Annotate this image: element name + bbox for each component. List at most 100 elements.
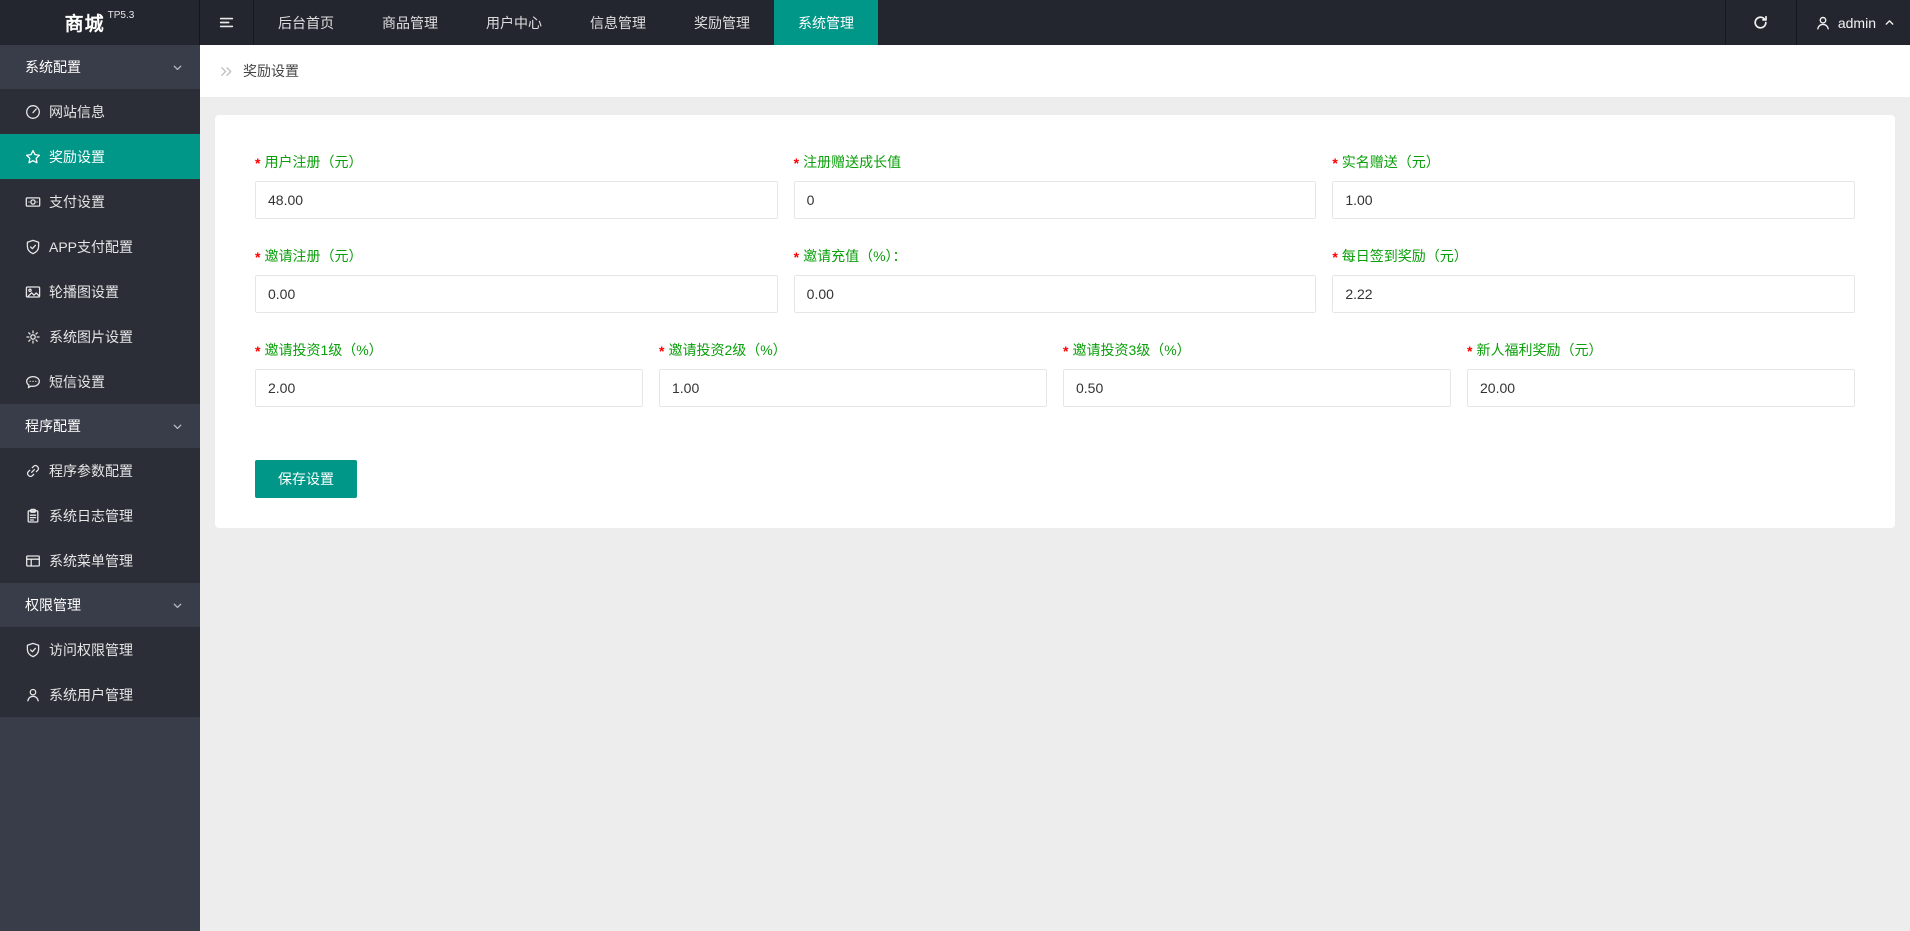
sidebar-group-permission-mgmt: 访问权限管理 系统用户管理 <box>0 627 200 717</box>
user-menu[interactable]: admin <box>1797 0 1910 45</box>
invite-recharge-input[interactable] <box>793 275 1317 313</box>
form-field: * 邀请注册（元） <box>255 246 778 313</box>
nav-item-label: 商品管理 <box>382 14 438 31</box>
sidebar-item-label: 短信设置 <box>49 373 105 390</box>
shield-check-icon <box>25 642 41 658</box>
sidebar-item-reward-settings[interactable]: 奖励设置 <box>0 134 200 179</box>
save-settings-button[interactable]: 保存设置 <box>255 460 357 498</box>
field-label: * 每日签到奖励（元） <box>1332 248 1468 265</box>
form-field: * 新人福利奖励（元） <box>1467 340 1855 407</box>
app-version: TP5.3 <box>107 10 135 21</box>
sidebar-group-program-config: 程序参数配置 系统日志管理 系统菜单管理 <box>0 448 200 583</box>
image-icon <box>25 284 41 300</box>
form-field: * 邀请投资1级（%） <box>255 340 643 407</box>
sidebar-group-system-config: 网站信息 奖励设置 支付设置 APP支付配置 轮播图设置 系统图片设置 短信设置 <box>0 89 200 404</box>
top-bar: 商城 TP5.3 后台首页 商品管理 用户中心 信息管理 奖励管理 系统管理 a… <box>0 0 1910 45</box>
sidebar-section-program-config[interactable]: 程序配置 <box>0 404 200 448</box>
sidebar-item-label: 奖励设置 <box>49 148 105 165</box>
banknote-icon <box>25 194 41 210</box>
app-logo: 商城 TP5.3 <box>0 0 200 45</box>
sidebar-item-sms-settings[interactable]: 短信设置 <box>0 359 200 404</box>
layout-icon <box>25 553 41 569</box>
sidebar-item-carousel-settings[interactable]: 轮播图设置 <box>0 269 200 314</box>
daily-signin-reward-input[interactable] <box>1332 275 1855 313</box>
nav-item-label: 奖励管理 <box>694 14 750 31</box>
sidebar-item-access-permissions[interactable]: 访问权限管理 <box>0 627 200 672</box>
nav-item-user-center[interactable]: 用户中心 <box>462 0 566 45</box>
invite-invest-l3-input[interactable] <box>1063 369 1451 407</box>
page-title: 奖励设置 <box>243 63 299 79</box>
gauge-icon <box>25 104 41 120</box>
user-register-input[interactable] <box>255 181 778 219</box>
nav-item-label: 系统管理 <box>798 14 854 31</box>
required-asterisk: * <box>1332 249 1338 265</box>
invite-register-input[interactable] <box>255 275 778 313</box>
sidebar: 系统配置 网站信息 奖励设置 支付设置 APP支付配置 轮播图设置 系统图片设置… <box>0 45 200 931</box>
hamburger-menu-icon[interactable] <box>200 0 254 45</box>
sidebar-item-label: 系统菜单管理 <box>49 552 133 569</box>
refresh-button[interactable] <box>1724 0 1797 45</box>
settings-card: *用户注册（元） *注册赠送成长值 *实名赠送（元） *邀请注册（元） <box>215 115 1895 528</box>
field-label: * 邀请投资1级（%） <box>255 342 383 359</box>
section-title: 系统配置 <box>25 59 81 75</box>
sidebar-item-system-images[interactable]: 系统图片设置 <box>0 314 200 359</box>
sidebar-item-label: 访问权限管理 <box>49 641 133 658</box>
nav-item-label: 信息管理 <box>590 14 646 31</box>
nav-item-products[interactable]: 商品管理 <box>358 0 462 45</box>
form-field: * 邀请充值（%）： <box>793 246 1317 313</box>
realname-bonus-input[interactable] <box>1332 181 1855 219</box>
form-field: * 实名赠送（元） <box>1332 152 1855 219</box>
sidebar-item-label: APP支付配置 <box>49 238 134 255</box>
message-icon <box>25 374 41 390</box>
sidebar-item-system-menus[interactable]: 系统菜单管理 <box>0 538 200 583</box>
sidebar-item-app-payment-config[interactable]: APP支付配置 <box>0 224 200 269</box>
sidebar-item-label: 系统日志管理 <box>49 507 133 524</box>
top-navigation: 后台首页 商品管理 用户中心 信息管理 奖励管理 系统管理 <box>254 0 878 45</box>
chevron-down-icon <box>171 420 184 433</box>
field-label: * 注册赠送成长值 <box>793 154 902 171</box>
sidebar-item-label: 支付设置 <box>49 193 105 210</box>
chevron-down-icon <box>171 599 184 612</box>
sidebar-item-system-users[interactable]: 系统用户管理 <box>0 672 200 717</box>
user-icon <box>1815 15 1831 31</box>
nav-item-label: 用户中心 <box>486 14 542 31</box>
required-asterisk: * <box>1332 155 1338 171</box>
required-asterisk: * <box>793 249 800 265</box>
required-asterisk: * <box>659 343 665 359</box>
register-growth-input[interactable] <box>793 181 1317 219</box>
gear-icon <box>25 329 41 345</box>
refresh-icon <box>1752 14 1769 31</box>
required-asterisk: * <box>1467 343 1473 359</box>
invite-invest-l2-input[interactable] <box>659 369 1047 407</box>
link-icon <box>25 463 41 479</box>
main-content: 奖励设置 *用户注册（元） *注册赠送成长值 *实名赠送（元） <box>200 45 1910 931</box>
required-asterisk: * <box>255 155 261 171</box>
nav-item-information[interactable]: 信息管理 <box>566 0 670 45</box>
nav-item-system[interactable]: 系统管理 <box>774 0 878 45</box>
section-title: 权限管理 <box>25 597 81 613</box>
sidebar-section-system-config[interactable]: 系统配置 <box>0 45 200 89</box>
sidebar-item-label: 系统图片设置 <box>49 328 133 345</box>
nav-item-rewards[interactable]: 奖励管理 <box>670 0 774 45</box>
required-asterisk: * <box>255 343 261 359</box>
form-row-3: *邀请投资1级（%） *邀请投资2级（%） *邀请投资3级（%） *新人福利奖励… <box>255 340 1855 407</box>
required-asterisk: * <box>1063 343 1069 359</box>
nav-item-dashboard[interactable]: 后台首页 <box>254 0 358 45</box>
form-field: * 用户注册（元） <box>255 152 778 219</box>
newcomer-bonus-input[interactable] <box>1467 369 1855 407</box>
form-field: * 每日签到奖励（元） <box>1332 246 1855 313</box>
field-label: * 邀请充值（%）： <box>793 248 907 265</box>
form-field: * 邀请投资3级（%） <box>1063 340 1451 407</box>
nav-item-label: 后台首页 <box>278 14 334 31</box>
sidebar-item-payment-settings[interactable]: 支付设置 <box>0 179 200 224</box>
sidebar-section-permission-mgmt[interactable]: 权限管理 <box>0 583 200 627</box>
invite-invest-l1-input[interactable] <box>255 369 643 407</box>
chevron-up-icon <box>1883 16 1896 29</box>
sidebar-item-program-params[interactable]: 程序参数配置 <box>0 448 200 493</box>
form-row-1: *用户注册（元） *注册赠送成长值 *实名赠送（元） <box>255 152 1855 219</box>
field-label: * 邀请投资2级（%） <box>659 342 787 359</box>
sidebar-item-system-logs[interactable]: 系统日志管理 <box>0 493 200 538</box>
field-label: * 邀请投资3级（%） <box>1063 342 1191 359</box>
sidebar-item-website-info[interactable]: 网站信息 <box>0 89 200 134</box>
